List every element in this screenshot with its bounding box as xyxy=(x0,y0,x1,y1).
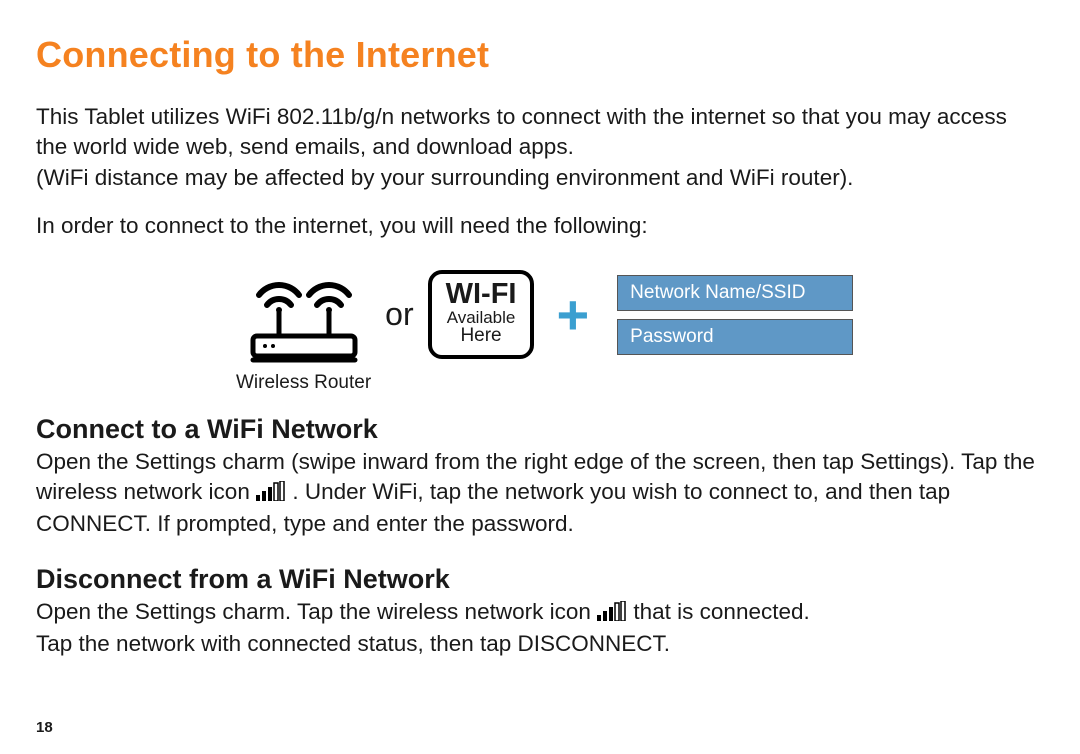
wifi-sign-line1: WI-FI xyxy=(446,280,517,309)
page-title: Connecting to the Internet xyxy=(36,34,1044,76)
connect-heading: Connect to a WiFi Network xyxy=(36,414,1044,445)
requirements-diagram: Wireless Router or WI-FI Available Here … xyxy=(36,260,1044,394)
credentials-group: Network Name/SSID Password xyxy=(617,275,853,355)
disconnect-paragraph: Open the Settings charm. Tap the wireles… xyxy=(36,597,1044,660)
router-label: Wireless Router xyxy=(236,372,371,394)
router-group: Wireless Router xyxy=(236,260,371,394)
connect-paragraph: Open the Settings charm (swipe inward fr… xyxy=(36,447,1044,540)
plus-icon: + xyxy=(556,287,589,343)
wifi-sign-line3: Here xyxy=(446,326,517,347)
or-text: or xyxy=(385,296,413,333)
wifi-sign-line2: Available xyxy=(446,309,517,327)
disconnect-text-c: Tap the network with connected status, t… xyxy=(36,631,670,656)
signal-bars-icon xyxy=(597,599,627,629)
wifi-available-sign: WI-FI Available Here xyxy=(428,270,535,360)
disconnect-heading: Disconnect from a WiFi Network xyxy=(36,564,1044,595)
disconnect-text-b: that is connected. xyxy=(633,599,809,624)
disconnect-text-a: Open the Settings charm. Tap the wireles… xyxy=(36,599,597,624)
intro-paragraph-1: This Tablet utilizes WiFi 802.11b/g/n ne… xyxy=(36,102,1044,193)
ssid-box: Network Name/SSID xyxy=(617,275,853,311)
intro-text-1: This Tablet utilizes WiFi 802.11b/g/n ne… xyxy=(36,104,1007,159)
page-number: 18 xyxy=(36,719,53,736)
signal-bars-icon xyxy=(256,479,286,509)
wireless-router-icon xyxy=(239,260,369,370)
intro-text-1b: (WiFi distance may be affected by your s… xyxy=(36,165,853,190)
manual-page: Connecting to the Internet This Tablet u… xyxy=(0,0,1080,754)
intro-paragraph-2: In order to connect to the internet, you… xyxy=(36,211,1044,241)
password-box: Password xyxy=(617,319,853,355)
